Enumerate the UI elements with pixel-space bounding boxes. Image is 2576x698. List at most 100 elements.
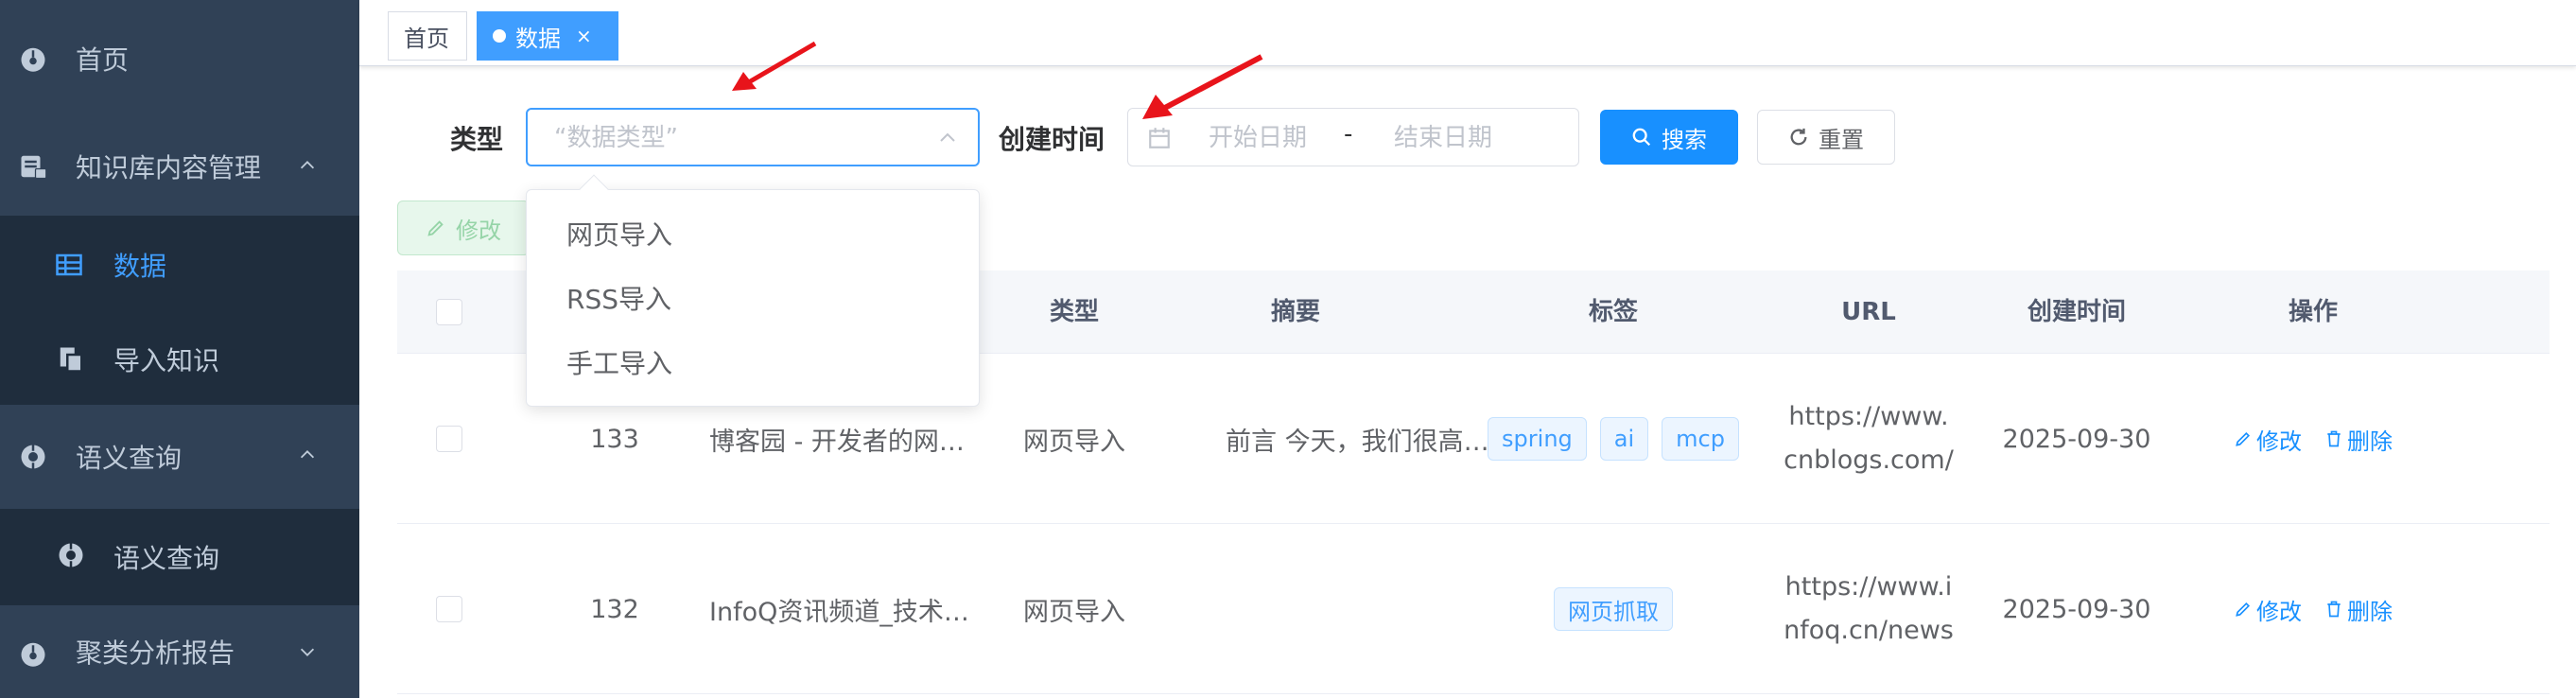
row-actions: 修改 删除 bbox=[2181, 354, 2445, 524]
row-select-cell[interactable] bbox=[424, 354, 475, 524]
chevron-up-icon bbox=[300, 161, 315, 169]
created-time-label: 创建时间 bbox=[999, 124, 1105, 155]
dropdown-option-rss[interactable]: RSS导入 bbox=[527, 268, 979, 332]
row-select-cell[interactable] bbox=[424, 524, 475, 694]
sidebar-item-label: 数据 bbox=[113, 251, 167, 282]
sidebar-item-label: 首页 bbox=[76, 44, 130, 76]
sidebar-item-cluster[interactable]: 聚类分析报告 bbox=[0, 605, 359, 698]
date-range-picker[interactable]: - bbox=[1127, 108, 1579, 166]
row-delete-link[interactable]: 删除 bbox=[2324, 423, 2393, 456]
tag-pill: spring bbox=[1488, 417, 1587, 461]
row-checkbox[interactable] bbox=[436, 596, 462, 622]
reset-button[interactable]: 重置 bbox=[1757, 110, 1895, 165]
sidebar-item-home[interactable]: 首页 bbox=[0, 0, 359, 117]
dropdown-option-manual[interactable]: 手工导入 bbox=[527, 332, 979, 396]
row-tags: 网页抓取 bbox=[1481, 524, 1746, 694]
refresh-icon bbox=[1790, 128, 1807, 146]
cluster-report-icon bbox=[21, 642, 45, 667]
sidebar-item-data[interactable]: 数据 bbox=[0, 216, 359, 314]
reset-button-label: 重置 bbox=[1819, 126, 1864, 153]
active-dot-icon bbox=[493, 29, 506, 43]
import-doc-icon bbox=[60, 347, 83, 373]
row-url-cell: https://www.cnblogs.com/ bbox=[1784, 354, 1954, 524]
sidebar-item-label: 聚类分析报告 bbox=[76, 637, 235, 669]
tag-pill: 网页抓取 bbox=[1554, 587, 1673, 631]
sidebar-item-import[interactable]: 导入知识 bbox=[0, 314, 359, 405]
close-icon[interactable]: × bbox=[576, 25, 592, 47]
type-select-input[interactable] bbox=[554, 121, 914, 155]
row-tags: spring ai mcp bbox=[1481, 354, 1746, 524]
row-actions: 修改 删除 bbox=[2181, 524, 2445, 694]
row-created: 2025-09-30 bbox=[2002, 594, 2151, 624]
row-delete-label: 删除 bbox=[2347, 598, 2393, 625]
chevron-up-icon bbox=[940, 132, 955, 142]
row-delete-link[interactable]: 删除 bbox=[2324, 593, 2393, 626]
edit-icon bbox=[427, 220, 444, 236]
tag-data[interactable]: 数据 × bbox=[477, 11, 618, 61]
type-select[interactable] bbox=[526, 108, 980, 166]
edit-toolbar-button[interactable]: 修改 bbox=[397, 201, 530, 255]
header-created: 创建时间 bbox=[2027, 298, 2126, 326]
table-row: 132 InfoQ资讯频道_技术… 网页导入 网页抓取 https://www.… bbox=[397, 524, 2550, 694]
search-button[interactable]: 搜索 bbox=[1600, 110, 1738, 165]
row-edit-link[interactable]: 修改 bbox=[2234, 423, 2302, 456]
tag-home[interactable]: 首页 bbox=[388, 11, 467, 61]
type-dropdown-menu: 网页导入 RSS导入 手工导入 bbox=[526, 174, 980, 407]
row-summary: 前言 今天，我们很高… bbox=[1226, 427, 1489, 457]
dropdown-caret bbox=[579, 174, 609, 204]
row-edit-link[interactable]: 修改 bbox=[2234, 593, 2302, 626]
sidebar-item-label: 知识库内容管理 bbox=[76, 152, 262, 183]
row-summary bbox=[1226, 524, 1519, 694]
start-date-input[interactable] bbox=[1187, 122, 1329, 154]
row-created: 2025-09-30 bbox=[2002, 424, 2151, 454]
row-edit-label: 修改 bbox=[2256, 428, 2302, 455]
select-all-checkbox[interactable] bbox=[436, 299, 462, 325]
header-actions: 操作 bbox=[2288, 298, 2338, 326]
header-url: URL bbox=[1841, 298, 1896, 326]
dashboard-icon bbox=[21, 47, 45, 72]
dropdown-option-web[interactable]: 网页导入 bbox=[527, 203, 979, 268]
sidebar: 首页 知识库内容管理 数据 导入知识 语义查询 语义查询 聚类分析报告 bbox=[0, 0, 359, 698]
edit-icon bbox=[2236, 431, 2251, 446]
tag-pill: ai bbox=[1599, 417, 1649, 461]
row-id: 132 bbox=[590, 594, 639, 624]
row-title: InfoQ资讯频道_技术… bbox=[709, 597, 969, 627]
tags-view-bar: 首页 数据 × bbox=[359, 0, 2576, 66]
header-select-all[interactable] bbox=[424, 270, 475, 354]
sidebar-item-label: 导入知识 bbox=[113, 345, 220, 376]
header-tags: 标签 bbox=[1588, 298, 1638, 326]
edit-icon bbox=[2236, 602, 2251, 617]
semantic-query-icon bbox=[21, 444, 45, 470]
header-type: 类型 bbox=[1049, 298, 1099, 326]
sidebar-item-semantic[interactable]: 语义查询 bbox=[0, 405, 359, 509]
sidebar-item-label: 语义查询 bbox=[113, 543, 220, 574]
tag-label: 数据 bbox=[515, 25, 561, 52]
header-summary: 摘要 bbox=[1270, 298, 1320, 326]
chevron-up-icon bbox=[300, 450, 315, 459]
row-checkbox[interactable] bbox=[436, 426, 462, 452]
end-date-input[interactable] bbox=[1372, 122, 1514, 154]
content-manage-icon bbox=[21, 155, 47, 180]
range-separator: - bbox=[1344, 120, 1353, 148]
row-url: https://www.infoq.cn/news bbox=[1784, 572, 1954, 645]
row-edit-label: 修改 bbox=[2256, 598, 2302, 625]
trash-icon bbox=[2327, 601, 2341, 618]
calendar-icon bbox=[1149, 128, 1170, 148]
row-url-cell: https://www.infoq.cn/news bbox=[1784, 524, 1954, 694]
tag-pill: mcp bbox=[1662, 417, 1739, 461]
row-type: 网页导入 bbox=[1023, 597, 1125, 627]
tag-label: 首页 bbox=[404, 25, 449, 52]
sidebar-item-semantic-sub[interactable]: 语义查询 bbox=[0, 509, 359, 605]
chevron-down-icon bbox=[300, 648, 315, 656]
sidebar-item-label: 语义查询 bbox=[76, 443, 183, 474]
search-icon bbox=[1632, 128, 1651, 147]
row-url: https://www.cnblogs.com/ bbox=[1784, 402, 1954, 475]
query-sub-icon bbox=[59, 542, 83, 568]
edit-toolbar-label: 修改 bbox=[456, 217, 501, 244]
sidebar-item-content-manage[interactable]: 知识库内容管理 bbox=[0, 117, 359, 216]
table-icon bbox=[56, 253, 82, 276]
row-type: 网页导入 bbox=[1023, 427, 1125, 457]
search-button-label: 搜索 bbox=[1662, 126, 1707, 153]
row-delete-label: 删除 bbox=[2347, 428, 2393, 455]
trash-icon bbox=[2327, 430, 2341, 447]
